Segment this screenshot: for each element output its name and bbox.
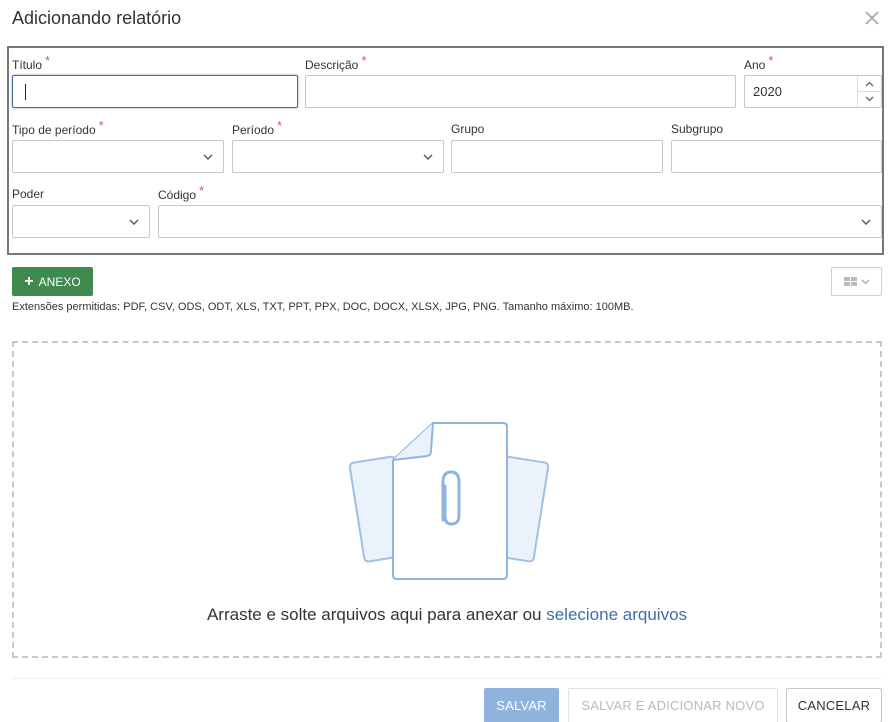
select-files-link[interactable]: selecione arquivos xyxy=(546,605,687,624)
chevron-down-icon xyxy=(129,219,139,225)
add-report-dialog: Adicionando relatório Título * Descrição *… xyxy=(0,0,895,722)
poder-select[interactable] xyxy=(12,205,150,238)
poder-label: Poder xyxy=(12,187,45,201)
titulo-label: Título * xyxy=(12,53,51,72)
save-and-add-new-button[interactable]: SALVAR E ADICIONAR NOVO xyxy=(568,688,778,722)
plus-icon: + xyxy=(24,272,34,290)
ano-label: Ano * xyxy=(744,53,774,72)
allowed-extensions-text: Extensões permitidas: PDF, CSV, ODS, ODT… xyxy=(12,301,634,313)
stepper-up-icon[interactable] xyxy=(858,76,881,92)
descricao-input[interactable] xyxy=(305,75,736,108)
add-attachment-button[interactable]: + ANEXO xyxy=(12,267,93,296)
add-attachment-label: ANEXO xyxy=(38,274,81,289)
dialog-title: Adicionando relatório xyxy=(12,8,182,28)
subgrupo-input[interactable] xyxy=(671,140,882,173)
report-form: Título* Descrição* Ano* Tipo de período*… xyxy=(7,46,884,255)
descricao-label: Descrição * xyxy=(305,53,367,72)
grupo-label: Grupo xyxy=(451,122,485,136)
codigo-label: Código * xyxy=(158,183,205,202)
text-cursor xyxy=(25,84,26,100)
periodo-select[interactable] xyxy=(232,140,444,173)
tipo-periodo-select[interactable] xyxy=(12,140,224,173)
cancel-button[interactable]: CANCELAR xyxy=(786,688,882,722)
view-mode-dropdown[interactable] xyxy=(831,267,882,296)
footer-divider xyxy=(12,678,882,679)
codigo-select[interactable] xyxy=(158,205,882,238)
chevron-down-icon xyxy=(423,154,433,160)
dropzone-instructions: Arraste e solte arquivos aqui para anexa… xyxy=(206,605,688,624)
file-attachment-illustration xyxy=(348,422,550,580)
periodo-label: Período * xyxy=(232,118,283,137)
tipo-periodo-label: Tipo de período * xyxy=(12,118,104,137)
titulo-input[interactable] xyxy=(12,75,298,108)
grupo-input[interactable] xyxy=(451,140,663,173)
chevron-down-icon xyxy=(861,219,871,225)
grid-view-icon xyxy=(843,276,869,286)
chevron-down-icon xyxy=(203,154,213,160)
close-icon[interactable] xyxy=(863,9,881,27)
ano-input[interactable] xyxy=(744,75,882,108)
stepper-down-icon[interactable] xyxy=(858,91,881,106)
save-button[interactable]: SALVAR xyxy=(484,688,559,722)
subgrupo-label: Subgrupo xyxy=(671,122,724,136)
file-dropzone[interactable]: Arraste e solte arquivos aqui para anexa… xyxy=(12,341,882,658)
ano-stepper[interactable] xyxy=(857,76,881,107)
